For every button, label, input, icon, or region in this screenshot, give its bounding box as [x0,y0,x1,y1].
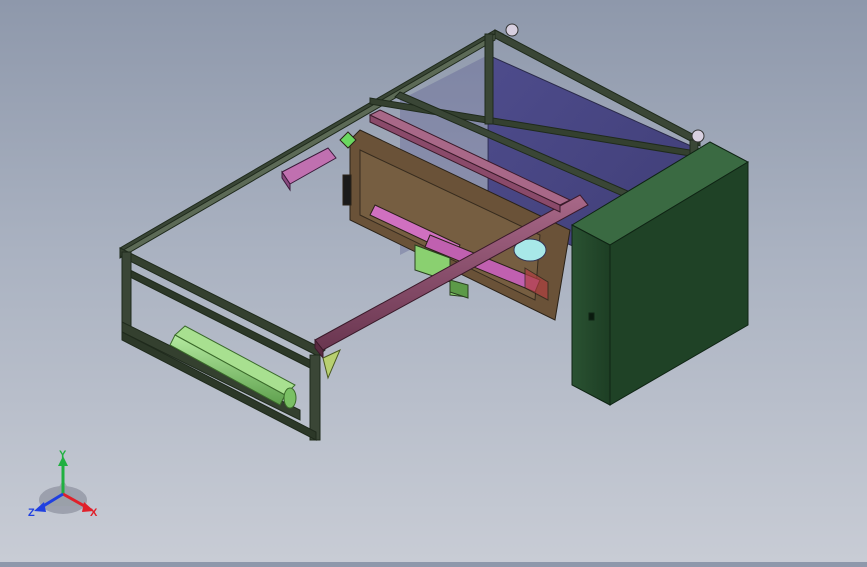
y-axis-label: Y [59,449,67,461]
support-wedge [322,348,341,380]
axis-triad: Y X Z [28,449,98,519]
z-axis-label: Z [28,507,35,519]
cad-viewport[interactable]: Y X Z [0,0,867,562]
model-canvas[interactable]: Y X Z [0,0,867,562]
x-axis-label: X [90,507,98,519]
